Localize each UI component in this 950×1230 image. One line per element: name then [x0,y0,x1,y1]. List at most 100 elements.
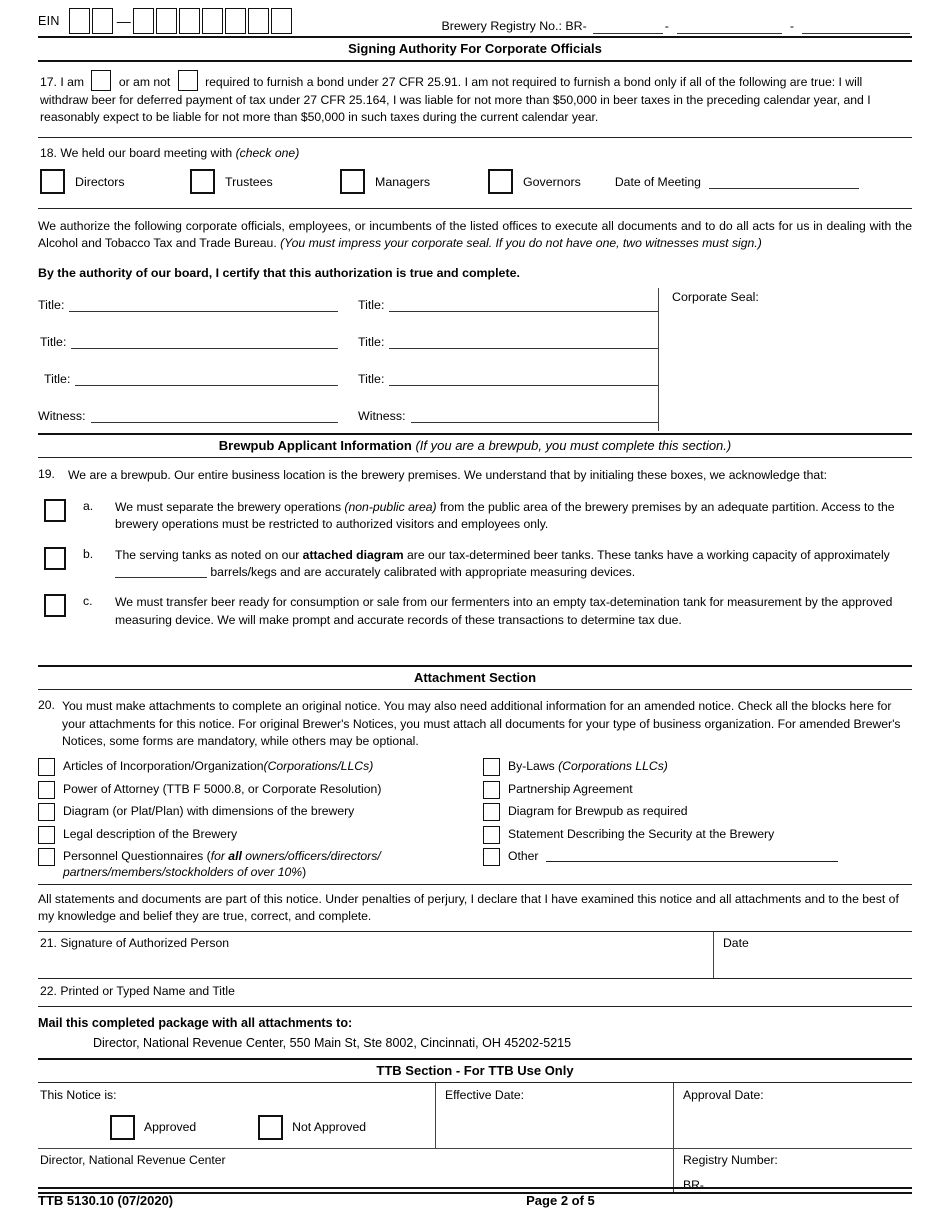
ttb-effective-date-cell[interactable]: Effective Date: [436,1082,674,1148]
item-18-title-text: We held our board meeting with [60,146,233,161]
attachment-item-legal-description[interactable]: Legal description of the Brewery [38,825,475,844]
item-19a-box-cell [38,499,83,534]
item-19b-barrels-input[interactable] [115,565,207,579]
item-19c-text: We must transfer beer ready for consumpt… [115,595,893,627]
ein-box-1[interactable] [68,8,90,34]
title-1-right: Title: [358,298,658,312]
personnel-label-text: Personnel Questionnaires ( [63,849,211,864]
brewpub-diagram-checkbox[interactable] [483,803,500,822]
diagram-plat-plan-checkbox[interactable] [38,803,55,822]
attachment-item-power-of-attorney[interactable]: Power of Attorney (TTB F 5000.8, or Corp… [38,780,475,799]
certification-statement: By the authority of our board, I certify… [38,265,520,280]
item-19b-text-part3: barrels/kegs and are accurately calibrat… [210,565,636,580]
legal-description-checkbox[interactable] [38,825,55,844]
item-19b-box-cell [38,546,83,582]
ein-box-7[interactable] [224,8,246,34]
registry-separator-1: - [664,19,669,33]
item-18-option-managers[interactable]: Managers [340,169,488,195]
ein-box-3[interactable] [132,8,154,34]
ein-box-4[interactable] [155,8,177,34]
legal-description-label: Legal description of the Brewery [63,826,238,841]
witness-right-input[interactable] [410,409,658,423]
attachment-item-other[interactable]: Other [483,847,912,867]
printed-name-row[interactable]: 22. Printed or Typed Name and Title [38,979,912,1006]
title-1-left: Title: [38,298,338,312]
attachment-item-brewpub-diagram[interactable]: Diagram for Brewpub as required [483,802,912,822]
ttb-approved-option[interactable]: Approved [110,1114,196,1140]
attachment-item-partnership-agreement[interactable]: Partnership Agreement [483,780,912,799]
bylaws-checkbox[interactable] [483,758,500,777]
managers-checkbox[interactable] [340,169,365,195]
ein-box-5[interactable] [178,8,200,34]
ttb-notice-status-cell: This Notice is: Approved Not Approved [38,1082,436,1148]
directors-checkbox[interactable] [40,169,65,195]
registry-part-3-input[interactable] [802,19,910,34]
attachment-title-text: Attachment Section [413,670,537,686]
item-17-am-checkbox[interactable] [91,70,112,91]
ein-box-8[interactable] [247,8,269,34]
item-18-option-trustees[interactable]: Trustees [190,169,340,195]
personnel-label-italic-pre: for [210,849,229,864]
item-19c-initial-box[interactable] [44,594,66,618]
item-19b-text-part2: are our tax-determined beer tanks. These… [403,547,890,562]
witness-right-label: Witness: [358,408,406,423]
item-19-brewpub-intro: 19. We are a brewpub. Our entire busines… [38,458,912,486]
attachment-item-diagram-plat[interactable]: Diagram (or Plat/Plan) with dimensions o… [38,802,475,822]
registry-part-2-input[interactable] [676,19,782,34]
title-1-right-input[interactable] [389,298,658,312]
security-statement-checkbox[interactable] [483,825,500,844]
articles-of-incorporation-checkbox[interactable] [38,758,55,777]
item-17-am-not-checkbox[interactable] [177,70,198,91]
signature-cell[interactable]: 21. Signature of Authorized Person [38,931,714,978]
title-2-left-input[interactable] [71,335,338,349]
attachment-item-security-statement[interactable]: Statement Describing the Security at the… [483,825,912,844]
item-18-option-governors[interactable]: Governors [488,169,581,195]
form-page: EIN — Brewery Registry No.: BR- - - Sign… [38,0,912,1230]
item-18-number: 18. [40,146,57,161]
ein-box-9[interactable] [270,8,292,34]
title-row-3: Title: Title: [38,372,912,386]
ttb-section-title: TTB Section - For TTB Use Only [38,1060,912,1082]
ein-box-2[interactable] [91,8,113,34]
title-1-left-input[interactable] [69,298,338,312]
title-3-left-input[interactable] [75,372,338,386]
title-2-right-input[interactable] [389,335,658,349]
ein-box-6[interactable] [201,8,223,34]
item-22-label: 22. Printed or Typed Name and Title [40,983,235,998]
ttb-director-cell[interactable]: Director, National Revenue Center [38,1148,674,1192]
date-of-meeting-label: Date of Meeting [614,174,701,189]
attachment-item-articles[interactable]: Articles of Incorporation/Organization(C… [38,757,475,777]
title-3-right-input[interactable] [389,372,658,386]
other-attachment-checkbox[interactable] [483,848,500,867]
ttb-not-approved-option[interactable]: Not Approved [258,1114,367,1140]
mailing-heading: Mail this completed package with all att… [38,1015,353,1030]
authorization-seal-note: (You must impress your corporate seal. I… [280,236,762,251]
registry-part-1-input[interactable] [592,19,663,34]
not-approved-label: Not Approved [292,1120,367,1135]
item-19b-initial-box[interactable] [44,546,66,570]
witness-left-input[interactable] [90,409,338,423]
brewpub-diagram-label: Diagram for Brewpub as required [508,804,688,819]
attachment-item-bylaws[interactable]: By-Laws (Corporations LLCs) [483,757,912,777]
trustees-checkbox[interactable] [190,169,215,195]
item-19a-initial-box[interactable] [44,499,66,523]
attachment-checkbox-columns: Articles of Incorporation/Organization(C… [38,753,912,884]
perjury-declaration: All statements and documents are part of… [38,892,899,924]
power-of-attorney-checkbox[interactable] [38,780,55,799]
approved-checkbox[interactable] [110,1114,135,1140]
corporate-seal-divider [658,287,659,431]
authorization-paragraph: We authorize the following corporate off… [38,218,912,253]
partnership-agreement-checkbox[interactable] [483,780,500,799]
attachment-item-personnel-questionnaires[interactable]: Personnel Questionnaires (for all owners… [38,847,475,881]
personnel-questionnaires-checkbox[interactable] [38,848,55,867]
other-attachment-input[interactable] [546,849,839,863]
signature-date-cell[interactable]: Date [714,932,912,978]
date-of-meeting-input[interactable] [708,175,859,189]
governors-checkbox[interactable] [488,169,513,195]
not-approved-checkbox[interactable] [258,1114,284,1140]
ein-label: EIN [38,14,60,28]
item-18-option-directors[interactable]: Directors [40,169,190,195]
ttb-registry-number-cell[interactable]: Registry Number: BR- [674,1149,912,1192]
ttb-approval-date-cell[interactable]: Approval Date: [674,1083,912,1148]
item-19a-letter: a. [83,499,94,514]
